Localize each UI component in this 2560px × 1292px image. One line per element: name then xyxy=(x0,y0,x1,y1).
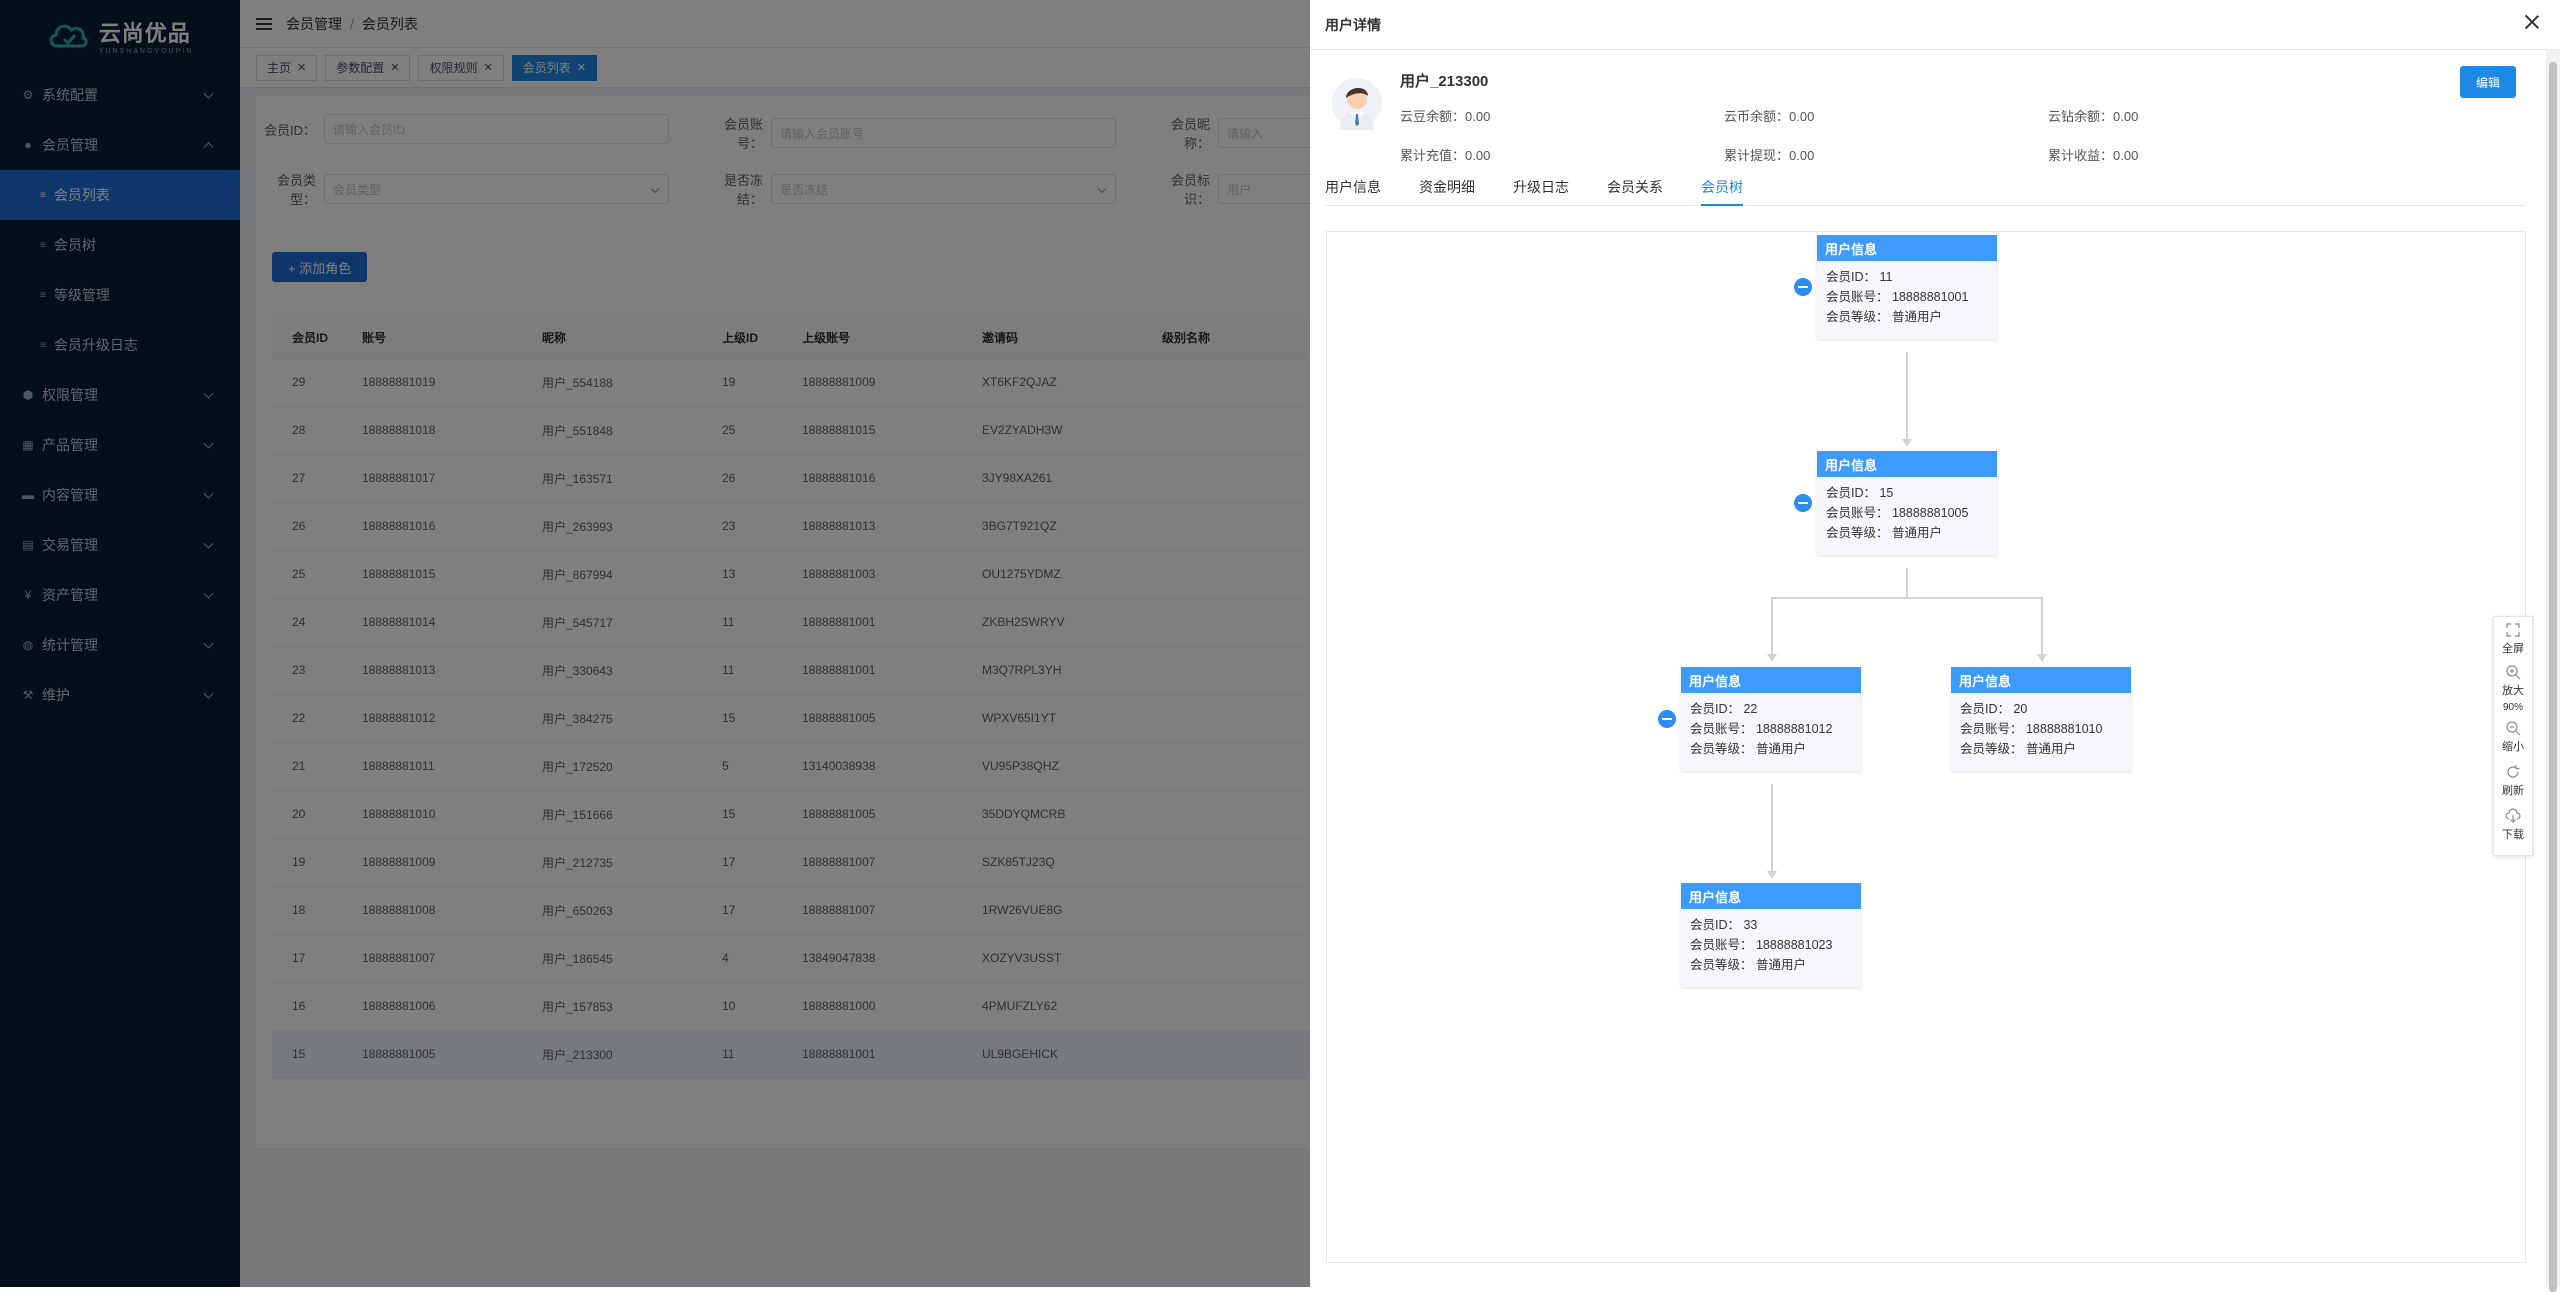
tree-connector xyxy=(1771,597,1773,657)
node-header: 用户信息 xyxy=(1681,883,1861,909)
zoom-level: 90% xyxy=(2502,702,2523,713)
modal-overlay[interactable] xyxy=(0,0,1310,1287)
member-tree-canvas[interactable]: 用户信息 会员ID： 11 会员账号： 18888881001 会员等级： 普通… xyxy=(1326,231,2533,1263)
arrow-down-icon xyxy=(1767,871,1777,879)
tab-user-info[interactable]: 用户信息 xyxy=(1325,172,1381,206)
node-member-account: 会员账号： 18888881023 xyxy=(1690,938,1833,952)
collapse-node-icon[interactable] xyxy=(1794,278,1812,296)
scrollbar-thumb[interactable] xyxy=(2549,62,2557,1292)
app: 云尚优品 YUNSHANGYOUPIN ⚙ 系统配置 ● 会员管理 ≡ 会员列表… xyxy=(0,0,2560,1292)
stat-label: 累计提现： xyxy=(1724,148,1790,163)
tool-label: 全屏 xyxy=(2502,643,2524,655)
tree-node[interactable]: 用户信息 会员ID： 20 会员账号： 18888881010 会员等级： 普通… xyxy=(1951,667,2131,771)
scrollbar[interactable] xyxy=(2546,50,2560,1292)
node-member-id: 会员ID： 33 xyxy=(1690,918,1758,932)
tab-member-tree[interactable]: 会员树 xyxy=(1701,172,1743,206)
close-icon[interactable] xyxy=(2520,10,2544,34)
stat-value: 0.00 xyxy=(1789,148,1815,163)
node-header: 用户信息 xyxy=(1817,235,1997,261)
tree-node[interactable]: 用户信息 会员ID： 11 会员账号： 18888881001 会员等级： 普通… xyxy=(1817,235,1997,339)
stat-label: 云币余额： xyxy=(1724,109,1790,124)
node-member-level: 会员等级： 普通用户 xyxy=(1960,742,2076,756)
stat-value: 0.00 xyxy=(1465,109,1491,124)
node-member-account: 会员账号： 18888881010 xyxy=(1960,722,2103,736)
collapse-node-icon[interactable] xyxy=(1794,494,1812,512)
fullscreen-icon xyxy=(2506,623,2520,637)
arrow-down-icon xyxy=(2037,654,2047,662)
drawer-title: 用户详情 xyxy=(1310,0,2560,50)
tab-fund-details[interactable]: 资金明细 xyxy=(1419,172,1475,206)
node-header: 用户信息 xyxy=(1817,451,1997,477)
download-button[interactable]: 下载 xyxy=(2493,803,2533,847)
zoom-in-icon xyxy=(2506,665,2521,680)
tool-label: 放大 xyxy=(2502,685,2524,697)
zoom-in-button[interactable]: 放大 xyxy=(2493,661,2533,701)
tree-connector xyxy=(1906,568,1908,598)
collapse-node-icon[interactable] xyxy=(1658,710,1676,728)
tool-label: 下载 xyxy=(2502,829,2524,841)
stat-yunzuan-balance: 云钻余额：0.00 xyxy=(2048,106,2138,125)
stat-value: 0.00 xyxy=(2113,109,2139,124)
zoom-out-button[interactable]: 缩小 xyxy=(2493,715,2533,759)
node-member-id: 会员ID： 11 xyxy=(1826,270,1893,284)
stat-label: 累计充值： xyxy=(1400,148,1466,163)
zoom-out-icon xyxy=(2506,721,2521,736)
tree-node[interactable]: 用户信息 会员ID： 15 会员账号： 18888881005 会员等级： 普通… xyxy=(1817,451,1997,555)
tree-toolbox: 全屏 放大 90% 缩小 刷新 下载 xyxy=(2493,616,2533,856)
stat-value: 0.00 xyxy=(2113,148,2139,163)
arrow-down-icon xyxy=(1767,654,1777,662)
stat-yundou-balance: 云豆余额：0.00 xyxy=(1400,106,1490,125)
stat-total-income: 累计收益：0.00 xyxy=(2048,145,2138,164)
node-header: 用户信息 xyxy=(1681,667,1861,693)
download-icon xyxy=(2505,808,2521,823)
refresh-icon xyxy=(2507,765,2520,778)
stat-value: 0.00 xyxy=(1465,148,1491,163)
stat-label: 云豆余额： xyxy=(1400,109,1466,124)
user-detail-drawer: 用户详情 用户_213300 编辑 云豆余额：0.00 云币余额：0.00 云钻… xyxy=(1310,0,2560,1292)
stat-total-withdraw: 累计提现：0.00 xyxy=(1724,145,1814,164)
node-member-level: 会员等级： 普通用户 xyxy=(1690,742,1806,756)
tab-upgrade-log[interactable]: 升级日志 xyxy=(1513,172,1569,206)
avatar xyxy=(1332,78,1382,130)
refresh-button[interactable]: 刷新 xyxy=(2493,759,2533,803)
tree-connector xyxy=(1906,352,1908,442)
stat-total-recharge: 累计充值：0.00 xyxy=(1400,145,1490,164)
node-member-id: 会员ID： 22 xyxy=(1690,702,1758,716)
tool-label: 刷新 xyxy=(2502,785,2524,797)
drawer-tabs: 用户信息 资金明细 升级日志 会员关系 会员树 xyxy=(1325,172,2525,206)
tab-member-relations[interactable]: 会员关系 xyxy=(1607,172,1663,206)
stat-label: 云钻余额： xyxy=(2048,109,2114,124)
tree-connector xyxy=(1771,784,1773,874)
node-header: 用户信息 xyxy=(1951,667,2131,693)
node-member-id: 会员ID： 20 xyxy=(1960,702,2028,716)
node-member-level: 会员等级： 普通用户 xyxy=(1690,958,1806,972)
stat-yunbi-balance: 云币余额：0.00 xyxy=(1724,106,1814,125)
fullscreen-button[interactable]: 全屏 xyxy=(2493,617,2533,661)
tree-node[interactable]: 用户信息 会员ID： 33 会员账号： 18888881023 会员等级： 普通… xyxy=(1681,883,1861,987)
stat-value: 0.00 xyxy=(1789,109,1815,124)
node-member-account: 会员账号： 18888881001 xyxy=(1826,290,1969,304)
tree-connector xyxy=(1771,597,2043,599)
username: 用户_213300 xyxy=(1400,73,1489,90)
arrow-down-icon xyxy=(1902,439,1912,447)
node-member-id: 会员ID： 15 xyxy=(1826,486,1894,500)
tool-label: 缩小 xyxy=(2502,741,2524,753)
tree-node[interactable]: 用户信息 会员ID： 22 会员账号： 18888881012 会员等级： 普通… xyxy=(1681,667,1861,771)
tree-connector xyxy=(2041,597,2043,657)
stat-label: 累计收益： xyxy=(2048,148,2114,163)
node-member-account: 会员账号： 18888881012 xyxy=(1690,722,1833,736)
edit-button[interactable]: 编辑 xyxy=(2460,66,2516,98)
node-member-level: 会员等级： 普通用户 xyxy=(1826,310,1942,324)
node-member-level: 会员等级： 普通用户 xyxy=(1826,526,1942,540)
node-member-account: 会员账号： 18888881005 xyxy=(1826,506,1969,520)
